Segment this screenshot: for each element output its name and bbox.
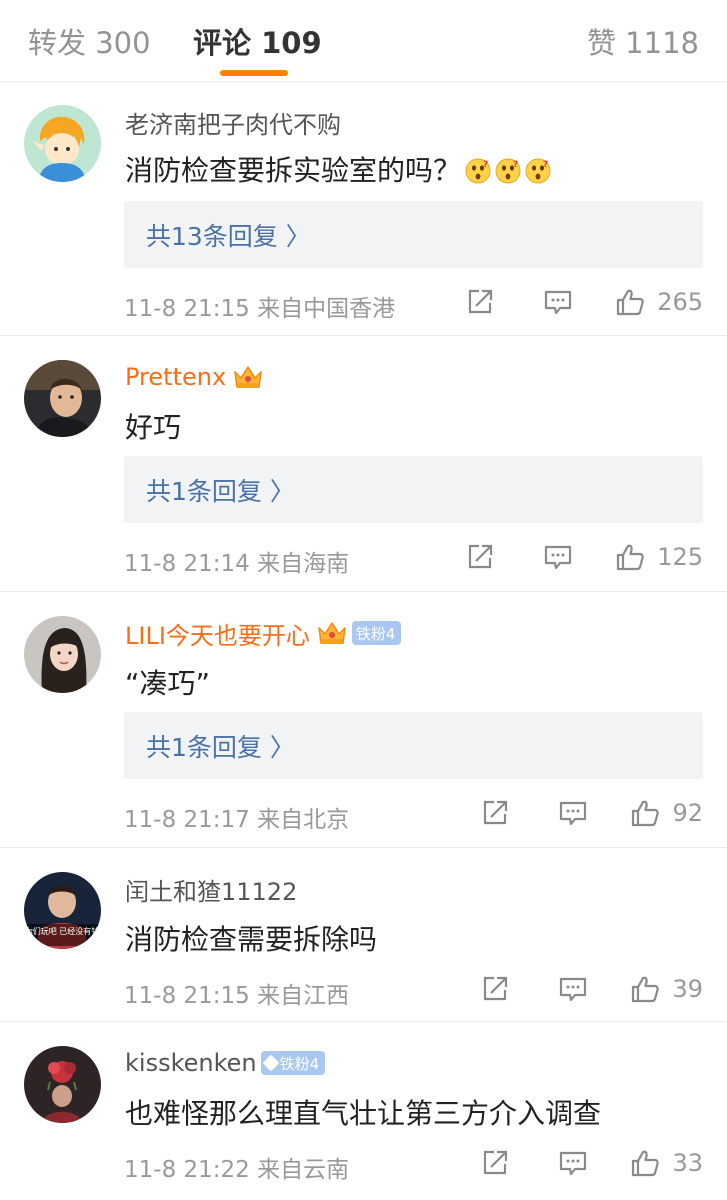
- comment-body: 消防检查要拆实验室的吗？: [125, 154, 462, 187]
- comment-time: 11-8 21:17: [124, 807, 250, 833]
- tab-likes[interactable]: 赞 1118: [587, 20, 699, 62]
- comment-icon[interactable]: [543, 542, 573, 572]
- share-icon[interactable]: [480, 1148, 510, 1178]
- comment-time: 11-8 21:14: [124, 551, 250, 577]
- share-icon[interactable]: [465, 542, 495, 572]
- avatar[interactable]: 你们玩吧 已经没有钱: [24, 872, 101, 949]
- like-count: 39: [672, 975, 703, 1003]
- avatar[interactable]: [24, 105, 101, 182]
- comment-icon[interactable]: [558, 974, 588, 1004]
- comment-time: 11-8 21:22: [124, 1157, 250, 1183]
- surprised-emoji-icon: [465, 158, 491, 184]
- fan-badge-text: 铁粉4: [355, 624, 396, 643]
- comment-location: 来自云南: [257, 1157, 350, 1183]
- comment-username[interactable]: Prettenx: [125, 363, 226, 391]
- comment-text: 好巧: [125, 406, 181, 446]
- surprised-emoji-icon: [525, 158, 551, 184]
- comment-text: “凑巧”: [125, 662, 210, 702]
- comment-username[interactable]: 闰土和猹11122: [125, 872, 297, 907]
- replies-box[interactable]: 共1条回复 〉: [124, 712, 703, 779]
- comment-actions: 33: [480, 1146, 703, 1180]
- like-icon[interactable]: [630, 974, 660, 1004]
- view-replies-link[interactable]: 共1条回复 〉: [146, 728, 295, 764]
- comment-icon[interactable]: [543, 287, 573, 317]
- like-count: 92: [672, 799, 703, 827]
- comment-body: 好巧: [125, 411, 182, 444]
- replies-box[interactable]: 共1条回复 〉: [124, 456, 703, 523]
- tab-reposts[interactable]: 转发 300: [28, 20, 151, 62]
- comment-item: 你们玩吧 已经没有钱 闰土和猹11122 消防检查需要拆除吗 11-8 21:1…: [0, 848, 727, 1022]
- comment-actions: 265: [465, 285, 703, 319]
- comment-body: 消防检查需要拆除吗: [125, 923, 378, 956]
- comment-body: 也难怪那么理直气壮让第三方介入调查: [125, 1097, 602, 1130]
- avatar-caption: 你们玩吧 已经没有钱: [25, 926, 100, 936]
- diamond-icon: [262, 1054, 280, 1072]
- like-icon[interactable]: [630, 798, 660, 828]
- comment-item: kisskenken 铁粉4 也难怪那么理直气壮让第三方介入调查 11-8 21…: [0, 1022, 727, 1200]
- comment-username[interactable]: LILI今天也要开心: [125, 616, 310, 651]
- comment-meta: 11-8 21:14 来自海南: [124, 544, 349, 578]
- like-count: 33: [672, 1149, 703, 1177]
- fan-level-badge: 铁粉4: [260, 1051, 326, 1075]
- comment-actions: 125: [465, 540, 703, 574]
- comment-item: Prettenx 好巧 共1条回复 〉 11-8 21:14 来自海南 125: [0, 336, 727, 592]
- comment-body: “凑巧”: [125, 667, 211, 700]
- comment-location: 来自北京: [257, 807, 350, 833]
- comment-username[interactable]: 老济南把子肉代不购: [125, 105, 341, 140]
- comment-text: 消防检查要拆实验室的吗？: [125, 149, 551, 189]
- like-count: 125: [657, 543, 703, 571]
- comment-actions: 39: [480, 972, 703, 1006]
- like-icon[interactable]: [615, 287, 645, 317]
- vip-crown-icon: [316, 619, 348, 647]
- comment-time: 11-8 21:15: [124, 983, 250, 1009]
- comment-meta: 11-8 21:17 来自北京: [124, 800, 349, 834]
- comment-location: 来自中国香港: [257, 296, 396, 322]
- avatar[interactable]: [24, 1046, 101, 1123]
- comment-icon[interactable]: [558, 798, 588, 828]
- share-icon[interactable]: [480, 974, 510, 1004]
- comment-author-row: LILI今天也要开心 铁粉4: [125, 616, 402, 651]
- share-icon[interactable]: [480, 798, 510, 828]
- comment-item: LILI今天也要开心 铁粉4 “凑巧” 共1条回复 〉 11-8 21:17 来…: [0, 592, 727, 848]
- avatar[interactable]: [24, 616, 101, 693]
- comment-actions: 92: [480, 796, 703, 830]
- fan-level-badge: 铁粉4: [351, 621, 402, 645]
- comment-author-row: kisskenken 铁粉4: [125, 1046, 326, 1080]
- comment-text: 消防检查需要拆除吗: [125, 918, 377, 958]
- fan-badge-text: 铁粉4: [279, 1054, 320, 1073]
- comment-time: 11-8 21:15: [124, 296, 250, 322]
- vip-crown-icon: [232, 363, 264, 391]
- like-count: 265: [657, 288, 703, 316]
- comment-username[interactable]: kisskenken: [125, 1049, 257, 1077]
- comment-icon[interactable]: [558, 1148, 588, 1178]
- view-replies-link[interactable]: 共1条回复 〉: [146, 472, 295, 508]
- comment-author-row: 老济南把子肉代不购: [125, 105, 341, 139]
- like-icon[interactable]: [630, 1148, 660, 1178]
- comment-meta: 11-8 21:22 来自云南: [124, 1150, 349, 1184]
- replies-box[interactable]: 共13条回复 〉: [124, 201, 703, 268]
- comment-location: 来自海南: [257, 551, 350, 577]
- comment-author-row: Prettenx: [125, 360, 264, 394]
- comment-location: 来自江西: [257, 983, 350, 1009]
- comment-item: 老济南把子肉代不购 消防检查要拆实验室的吗？ 共13条回复 〉 11-8 21:…: [0, 83, 727, 336]
- view-replies-link[interactable]: 共13条回复 〉: [146, 217, 311, 253]
- comment-meta: 11-8 21:15 来自江西: [124, 976, 349, 1010]
- surprised-emoji-icon: [495, 158, 521, 184]
- share-icon[interactable]: [465, 287, 495, 317]
- like-icon[interactable]: [615, 542, 645, 572]
- comment-text: 也难怪那么理直气壮让第三方介入调查: [125, 1092, 601, 1132]
- avatar[interactable]: [24, 360, 101, 437]
- comment-meta: 11-8 21:15 来自中国香港: [124, 289, 395, 323]
- comment-author-row: 闰土和猹11122: [125, 872, 297, 906]
- comment-tabs: 转发 300 评论 109 赞 1118: [0, 0, 727, 82]
- active-tab-indicator: [220, 70, 288, 76]
- tab-comments[interactable]: 评论 109: [193, 20, 322, 62]
